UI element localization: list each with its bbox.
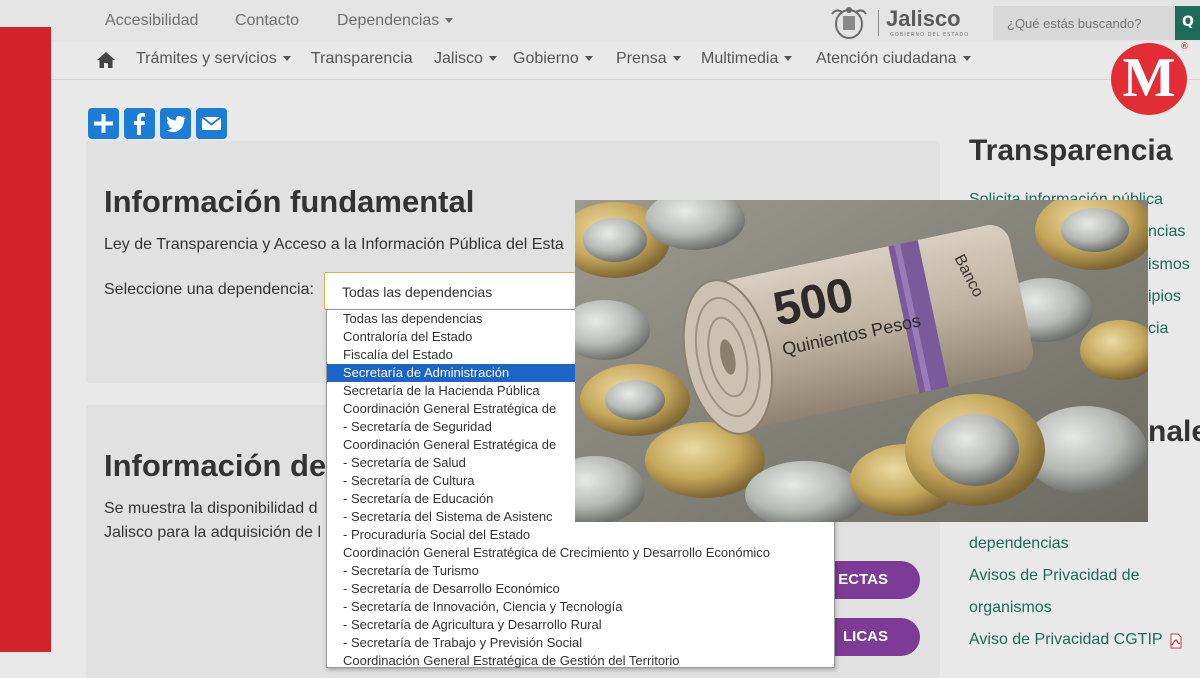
top-bar: Accesibilidad Contacto Dependencias Jali… <box>0 0 1200 42</box>
sidebar-link-misc[interactable]: cia <box>1148 320 1168 338</box>
search-box <box>993 6 1175 40</box>
dependencia-option[interactable]: - Secretaría de Trabajo y Previsión Soci… <box>327 634 834 652</box>
email-icon <box>201 116 222 130</box>
jalisco-logo[interactable]: Jalisco GOBIERNO DEL ESTADO <box>828 6 970 40</box>
chevron-down-icon <box>445 18 454 24</box>
nav-tramites[interactable]: Trámites y servicios <box>136 50 291 68</box>
info-second-title: Información de <box>104 448 327 483</box>
chevron-down-icon <box>962 56 971 62</box>
twitter-icon <box>166 115 186 133</box>
dependencia-option[interactable]: - Procuraduría Social del Estado <box>327 526 834 544</box>
sidebar-link-aviso-cgtip[interactable]: Aviso de Privacidad CGTIP <box>969 631 1163 649</box>
nav-multimedia[interactable]: Multimedia <box>701 50 793 68</box>
sidebar-link-dependencias[interactable]: ncias <box>1148 223 1185 241</box>
sidebar-link-organismos[interactable]: ismos <box>1148 256 1190 274</box>
sidebar-transparencia-title: Transparencia <box>969 134 1173 167</box>
button-label: LICAS <box>843 628 888 645</box>
share-plus-button[interactable] <box>88 108 119 139</box>
nav-label: Atención ciudadana <box>816 50 957 67</box>
nav-atencion-ciudadana[interactable]: Atención ciudadana <box>816 50 971 68</box>
dependencias-label: Dependencias <box>337 12 440 29</box>
sidebar-link-municipios[interactable]: ipios <box>1148 288 1181 306</box>
select-label: Seleccione una dependencia: <box>104 281 314 298</box>
state-seal-icon <box>831 7 867 39</box>
nav-label: Jalisco <box>434 50 483 67</box>
nav-label: Gobierno <box>513 50 579 67</box>
pdf-icon <box>1170 633 1182 649</box>
nav-label: Prensa <box>616 50 667 67</box>
brand-name: Jalisco <box>886 6 961 31</box>
chevron-down-icon <box>488 56 497 62</box>
nav-transparencia[interactable]: Transparencia <box>311 50 413 68</box>
dependencia-option[interactable]: - Secretaría de Desarrollo Económico <box>327 580 834 598</box>
sidebar-avisos-title: nale <box>1148 415 1200 448</box>
share-facebook-button[interactable] <box>124 108 155 139</box>
money-photo: 500 Quinientos Pesos Banco <box>575 200 1148 522</box>
compras-directas-button[interactable]: ECTAS <box>830 561 920 599</box>
dependencia-option[interactable]: - Secretaría de Turismo <box>327 562 834 580</box>
nav-label: Multimedia <box>701 50 779 67</box>
dependencia-option[interactable]: - Secretaría de Agricultura y Desarrollo… <box>327 616 834 634</box>
dependencia-option[interactable]: Coordinación General Estratégica de Crec… <box>327 544 834 562</box>
facebook-icon <box>134 113 145 135</box>
money-roll-image: 500 Quinientos Pesos Banco <box>575 200 1148 522</box>
plus-icon <box>94 114 113 133</box>
availability-text-line2: Jalisco para la adquisición de l <box>104 524 322 541</box>
main-nav: Trámites y servicios Transparencia Jalis… <box>0 42 1200 80</box>
chevron-down-icon <box>784 56 793 62</box>
sidebar-link-organismos-2[interactable]: organismos <box>969 599 1052 617</box>
red-accent-strip <box>0 27 51 652</box>
availability-text-line1: Se muestra la disponibilidad d <box>104 500 318 517</box>
accesibilidad-link[interactable]: Accesibilidad <box>105 12 198 30</box>
info-fundamental-title: Información fundamental <box>104 184 475 219</box>
brand-subtitle: GOBIERNO DEL ESTADO <box>890 32 970 38</box>
dependencia-option[interactable]: - Secretaría de Innovación, Ciencia y Te… <box>327 598 834 616</box>
share-email-button[interactable] <box>196 108 227 139</box>
chevron-down-icon <box>282 56 291 62</box>
search-input[interactable] <box>993 6 1175 40</box>
milenio-logo: M <box>1111 43 1187 115</box>
contacto-link[interactable]: Contacto <box>235 12 299 30</box>
chevron-down-icon <box>584 56 593 62</box>
registered-mark: ® <box>1180 42 1189 52</box>
sidebar-link-avisos-organismos[interactable]: Avisos de Privacidad de <box>969 567 1139 585</box>
law-text: Ley de Transparencia y Acceso a la Infor… <box>104 236 564 253</box>
licitaciones-publicas-button[interactable]: LICAS <box>830 618 920 656</box>
share-twitter-button[interactable] <box>160 108 191 139</box>
nav-label: Transparencia <box>311 50 413 67</box>
sidebar-link-avisos-dependencias[interactable]: dependencias <box>969 535 1069 553</box>
nav-label: Trámites y servicios <box>136 50 277 67</box>
nav-gobierno[interactable]: Gobierno <box>513 50 593 68</box>
nav-prensa[interactable]: Prensa <box>616 50 681 68</box>
chevron-down-icon <box>672 56 681 62</box>
home-icon[interactable] <box>96 51 116 69</box>
logo-divider <box>878 10 879 36</box>
dependencias-menu[interactable]: Dependencias <box>337 12 454 30</box>
button-label: ECTAS <box>838 571 888 588</box>
dependencia-option[interactable]: Coordinación General Estratégica de Gest… <box>327 652 834 670</box>
search-button[interactable]: Q <box>1175 6 1200 40</box>
nav-jalisco[interactable]: Jalisco <box>434 50 497 68</box>
